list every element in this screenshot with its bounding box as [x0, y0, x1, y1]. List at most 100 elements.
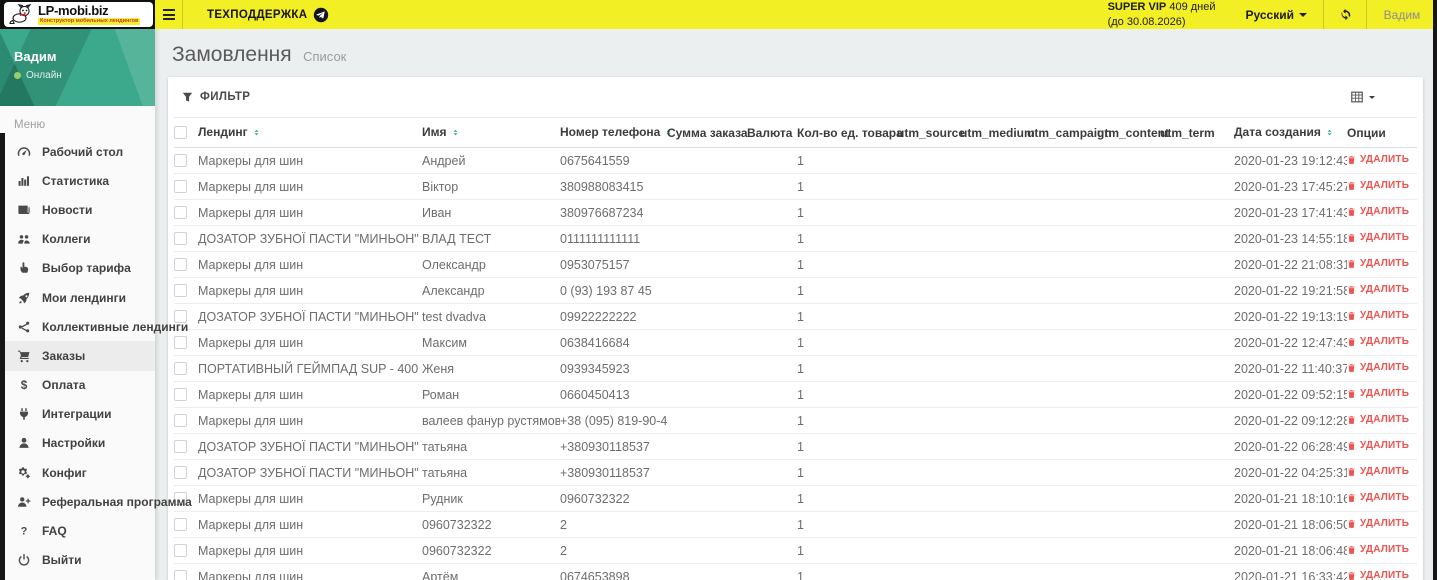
table-row: ДОЗАТОР ЗУБНОЇ ПАСТИ "МИНЬОН" test dvadva… [174, 303, 1417, 330]
cell-currency [747, 459, 797, 486]
cell-name: татьяна [422, 433, 560, 460]
logo[interactable]: LP-mobi.biz Конструктор мобильных лендин… [0, 0, 155, 29]
row-checkbox[interactable] [174, 570, 187, 580]
sidebar-item-config[interactable]: Конфиг [0, 458, 155, 487]
filter-button[interactable]: ФИЛЬТР [182, 91, 250, 103]
column-header-created[interactable]: Дата создания [1234, 117, 1347, 148]
row-checkbox[interactable] [174, 258, 187, 271]
row-checkbox[interactable] [174, 206, 187, 219]
cell-created: 2020-01-22 06:28:49 [1234, 433, 1347, 460]
sidebar-item-tariff[interactable]: Выбор тарифа [0, 254, 155, 283]
trash-icon [1348, 519, 1355, 528]
delete-button[interactable]: УДАЛИТЬ [1347, 544, 1409, 555]
delete-button[interactable]: УДАЛИТЬ [1347, 518, 1409, 529]
page-scrollbar[interactable] [1433, 0, 1437, 580]
hamburger-icon [162, 9, 175, 11]
row-checkbox[interactable] [174, 466, 187, 479]
sidebar-item-referral[interactable]: Реферальная программа [0, 487, 192, 516]
delete-button[interactable]: УДАЛИТЬ [1347, 180, 1409, 191]
delete-button[interactable]: УДАЛИТЬ [1347, 232, 1409, 243]
cell-utm_term [1160, 563, 1234, 580]
row-checkbox[interactable] [174, 336, 187, 349]
cell-utm_campaign [1027, 225, 1097, 252]
delete-button[interactable]: УДАЛИТЬ [1347, 336, 1409, 347]
cell-order_sum [667, 277, 747, 304]
online-status-label: Онлайн [26, 70, 62, 81]
delete-button[interactable]: УДАЛИТЬ [1347, 258, 1409, 269]
sidebar-scrollbar[interactable] [0, 133, 5, 580]
column-settings-button[interactable] [1350, 90, 1409, 104]
delete-button[interactable]: УДАЛИТЬ [1347, 388, 1409, 399]
column-header-utm_campaign: utm_campaign [1027, 117, 1112, 148]
sidebar-item-orders[interactable]: Заказы [0, 341, 155, 371]
sidebar-item-integrations[interactable]: Интеграции [0, 400, 155, 429]
sidebar-item-collective-landings[interactable]: Коллективные лендинги [0, 312, 188, 341]
cell-utm_campaign [1027, 251, 1097, 278]
sidebar-item-news[interactable]: Новости [0, 195, 155, 224]
select-all-checkbox[interactable] [174, 126, 187, 139]
cell-qty: 1 [797, 199, 897, 226]
topbar-username[interactable]: Вадим [1367, 0, 1437, 29]
row-checkbox[interactable] [174, 180, 187, 193]
delete-button[interactable]: УДАЛИТЬ [1347, 154, 1409, 165]
row-checkbox[interactable] [174, 544, 187, 557]
column-header-landing[interactable]: Лендинг [198, 117, 422, 148]
delete-button[interactable]: УДАЛИТЬ [1347, 284, 1409, 295]
row-checkbox[interactable] [174, 284, 187, 297]
delete-button[interactable]: УДАЛИТЬ [1347, 414, 1409, 425]
cell-phone: 2 [560, 511, 667, 538]
column-header-name[interactable]: Имя [422, 117, 560, 148]
sidebar-item-colleagues[interactable]: Коллеги [0, 225, 155, 254]
cell-phone: 0 (93) 193 87 45 [560, 277, 667, 304]
cell-name: ВЛАД ТЕСТ [422, 225, 560, 252]
trash-icon [1348, 441, 1355, 450]
sidebar-item-dashboard[interactable]: Рабочий стол [0, 137, 155, 166]
cell-order_sum [667, 563, 747, 580]
delete-button[interactable]: УДАЛИТЬ [1347, 440, 1409, 451]
table-row: Маркеры для шин Віктор 380988083415 1 2020-0… [174, 173, 1417, 200]
cell-utm_campaign [1027, 407, 1097, 434]
row-checkbox[interactable] [174, 440, 187, 453]
cell-phone: 0939345923 [560, 355, 667, 382]
cell-currency [747, 511, 797, 538]
cell-created: 2020-01-22 11:40:37 [1234, 355, 1347, 382]
row-checkbox[interactable] [174, 232, 187, 245]
delete-button[interactable]: УДАЛИТЬ [1347, 492, 1409, 503]
delete-button[interactable]: УДАЛИТЬ [1347, 570, 1409, 580]
sidebar-toggle-button[interactable] [155, 0, 183, 29]
cell-utm_source [897, 563, 960, 580]
column-header-phone[interactable]: Номер телефона [560, 117, 671, 148]
cell-utm_term [1160, 355, 1234, 382]
delete-button[interactable]: УДАЛИТЬ [1347, 206, 1409, 217]
cell-utm_campaign [1027, 329, 1097, 356]
cell-utm_campaign [1027, 433, 1097, 460]
delete-button[interactable]: УДАЛИТЬ [1347, 466, 1409, 477]
row-checkbox[interactable] [174, 414, 187, 427]
sidebar-item-label: Выйти [42, 553, 82, 568]
row-checkbox[interactable] [174, 388, 187, 401]
delete-button[interactable]: УДАЛИТЬ [1347, 362, 1409, 373]
refresh-button[interactable] [1323, 0, 1367, 29]
cell-currency [747, 537, 797, 564]
cell-utm_content [1097, 381, 1160, 408]
row-checkbox[interactable] [174, 154, 187, 167]
sidebar-item-stats[interactable]: Статистика [0, 166, 155, 195]
row-checkbox[interactable] [174, 362, 187, 375]
sidebar-item-payment[interactable]: $ Оплата [0, 371, 155, 400]
row-checkbox[interactable] [174, 518, 187, 531]
refresh-icon [1341, 8, 1350, 21]
delete-button[interactable]: УДАЛИТЬ [1347, 310, 1409, 321]
support-link[interactable]: ТЕХПОДДЕРЖКА [183, 0, 349, 29]
cell-landing: Маркеры для шин [198, 147, 422, 174]
cell-utm_campaign [1027, 277, 1097, 304]
column-header-checkbox[interactable] [174, 117, 198, 148]
sidebar-item-faq[interactable]: ? FAQ [0, 516, 155, 545]
language-selector[interactable]: Русский [1230, 0, 1324, 29]
plan-days: 409 дней [1169, 1, 1216, 14]
sidebar-item-logout[interactable]: Выйти [0, 546, 155, 575]
cell-utm_medium [960, 511, 1027, 538]
cell-utm_term [1160, 329, 1234, 356]
cell-created: 2020-01-21 18:06:50 [1234, 511, 1347, 538]
sidebar-item-settings[interactable]: Настройки [0, 429, 155, 458]
sidebar-item-my-landings[interactable]: Мои лендинги [0, 283, 155, 312]
